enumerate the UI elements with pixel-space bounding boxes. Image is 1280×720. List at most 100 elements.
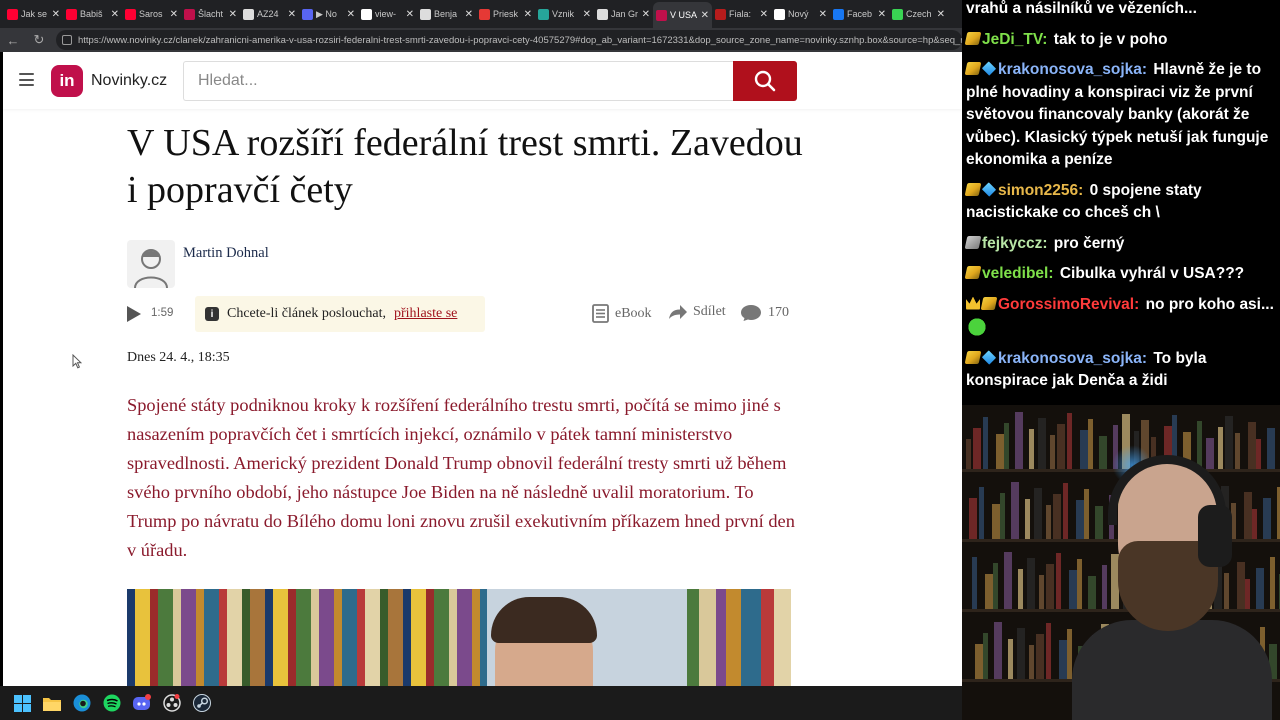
comments-button[interactable]: 170	[740, 304, 789, 322]
chat-username[interactable]: GorossimoRevival:	[998, 296, 1139, 313]
chat-message: GorossimoRevival: no pro koho asi...	[966, 294, 1276, 340]
site-logo[interactable]: in	[51, 65, 83, 97]
browser-tab[interactable]: view- ✕	[358, 3, 417, 25]
browser-tab[interactable]: Šlacht ✕	[181, 3, 240, 25]
bits-badge-icon	[980, 296, 998, 310]
tab-favicon-icon	[184, 8, 195, 20]
chat-username[interactable]: krakonosova_sojka:	[998, 61, 1147, 78]
search-button[interactable]	[733, 61, 797, 101]
ebook-button[interactable]: eBook	[592, 304, 652, 323]
article-photo[interactable]	[127, 589, 791, 686]
tab-label: Saros	[139, 9, 163, 19]
chat-username[interactable]: simon2256:	[998, 182, 1083, 199]
share-arrow-icon	[669, 305, 687, 319]
file-explorer-icon[interactable]	[42, 693, 62, 713]
browser-tab[interactable]: Vznik ✕	[535, 3, 594, 25]
search-icon	[754, 70, 776, 92]
tab-favicon-icon	[66, 8, 77, 20]
browser-tab[interactable]: V USA ✕	[653, 2, 712, 28]
share-button[interactable]: Sdílet	[668, 304, 726, 320]
login-link[interactable]: přihlaste se	[394, 306, 457, 322]
obs-icon[interactable]	[162, 693, 182, 713]
tab-label: Nový	[788, 9, 809, 19]
chat-username[interactable]: fejkyccz:	[982, 235, 1047, 252]
tab-favicon-icon	[656, 9, 667, 21]
author-name[interactable]: Martin Dohnal	[183, 245, 269, 262]
tab-favicon-icon	[243, 8, 254, 20]
person-placeholder-icon	[134, 249, 168, 288]
search-input[interactable]	[183, 61, 734, 101]
tab-favicon-icon	[833, 8, 844, 20]
browser-tab[interactable]: Babiš ✕	[63, 3, 122, 25]
tab-label: ▶ No	[316, 8, 337, 19]
browser-tab[interactable]: Benja ✕	[417, 3, 476, 25]
crown-badge-icon	[966, 296, 980, 310]
chat-message-text: Cibulka vyhrál v USA???	[1059, 265, 1245, 282]
tab-close-icon[interactable]: ✕	[229, 9, 237, 20]
browser-tab[interactable]: Fiala: ✕	[712, 3, 771, 25]
chat-message: fejkyccz: pro černý	[964, 233, 1276, 256]
browser-tab-bar: Jak se ✕ Babiš ✕ Saros ✕ Šlacht ✕ AZ24 ✕ ▶ No ✕ view…	[0, 0, 962, 28]
tab-close-icon[interactable]: ✕	[406, 9, 414, 20]
tab-close-icon[interactable]: ✕	[583, 9, 591, 20]
tab-close-icon[interactable]: ✕	[288, 9, 296, 20]
chat-username[interactable]: veledibel:	[982, 265, 1054, 282]
tab-favicon-icon	[715, 8, 726, 20]
chat-message-text: tak to je v poho	[1053, 30, 1168, 48]
tab-close-icon[interactable]: ✕	[170, 9, 178, 20]
browser-tab[interactable]: ▶ No ✕	[299, 3, 358, 25]
edge-browser-icon[interactable]	[72, 693, 92, 713]
article-perex: Spojené státy podniknou kroky k rozšířen…	[127, 395, 795, 560]
chat-username[interactable]: krakonosova_sojka:	[998, 350, 1147, 367]
tab-favicon-icon	[420, 8, 431, 20]
browser-tab[interactable]: Czech ✕	[889, 3, 948, 25]
chat-username[interactable]: JeDi_TV:	[982, 31, 1047, 48]
tab-favicon-icon	[892, 8, 903, 20]
audio-duration: 1:59	[151, 307, 174, 319]
play-icon[interactable]	[127, 306, 141, 322]
browser-tab[interactable]: Nový ✕	[771, 3, 830, 25]
spotify-icon[interactable]	[102, 693, 122, 713]
tab-close-icon[interactable]: ✕	[52, 9, 60, 20]
browser-tab[interactable]: Jak se ✕	[4, 3, 63, 25]
steam-icon[interactable]	[192, 693, 212, 713]
browser-tab[interactable]: Saros ✕	[122, 3, 181, 25]
comment-count: 170	[768, 305, 789, 320]
browser-tab[interactable]: Faceb ✕	[830, 3, 889, 25]
tab-label: V USA	[670, 10, 698, 20]
reload-icon[interactable]: ↻	[30, 32, 48, 48]
browser-tab[interactable]: AZ24 ✕	[240, 3, 299, 25]
listen-login-prompt: i Chcete-li článek poslouchat, přihlaste…	[195, 296, 485, 332]
bits-badge-icon	[964, 266, 982, 279]
discord-icon[interactable]	[132, 693, 152, 713]
ebook-label: eBook	[615, 305, 652, 321]
tab-close-icon[interactable]: ✕	[760, 9, 768, 20]
browser-tab[interactable]: Jan Gr ✕	[594, 3, 653, 25]
bits-badge-icon	[964, 62, 982, 75]
author-avatar[interactable]	[127, 240, 175, 288]
tab-close-icon[interactable]: ✕	[465, 9, 473, 20]
tab-close-icon[interactable]: ✕	[937, 9, 945, 20]
tab-close-icon[interactable]: ✕	[878, 9, 886, 20]
menu-icon[interactable]	[19, 73, 34, 86]
tab-close-icon[interactable]: ✕	[642, 9, 650, 20]
url-field[interactable]: https://www.novinky.cz/clanek/zahranicni…	[56, 30, 962, 50]
tab-close-icon[interactable]: ✕	[524, 9, 532, 20]
windows-start-icon[interactable]	[12, 693, 32, 713]
tab-close-icon[interactable]: ✕	[819, 9, 827, 20]
site-info-icon[interactable]	[62, 35, 72, 45]
site-name[interactable]: Novinky.cz	[91, 72, 167, 90]
comment-bubble-icon	[741, 305, 761, 321]
streamer-person-shirt	[1072, 620, 1272, 720]
back-icon[interactable]: ←	[4, 33, 22, 48]
tab-close-icon[interactable]: ✕	[111, 9, 119, 20]
chat-message-text: no pro koho asi...	[1145, 295, 1274, 313]
tab-label: Šlacht	[198, 9, 224, 19]
tab-label: AZ24	[257, 9, 279, 19]
tab-close-icon[interactable]: ✕	[347, 9, 355, 20]
stream-chat: vrahů a násilníků ve vězeních... JeDi_TV:…	[962, 0, 1280, 405]
site-header: in Novinky.cz	[3, 52, 962, 109]
browser-tab[interactable]: Priesk ✕	[476, 3, 535, 25]
tab-close-icon[interactable]: ✕	[701, 10, 709, 21]
streamer-headphone-cup	[1198, 505, 1232, 567]
